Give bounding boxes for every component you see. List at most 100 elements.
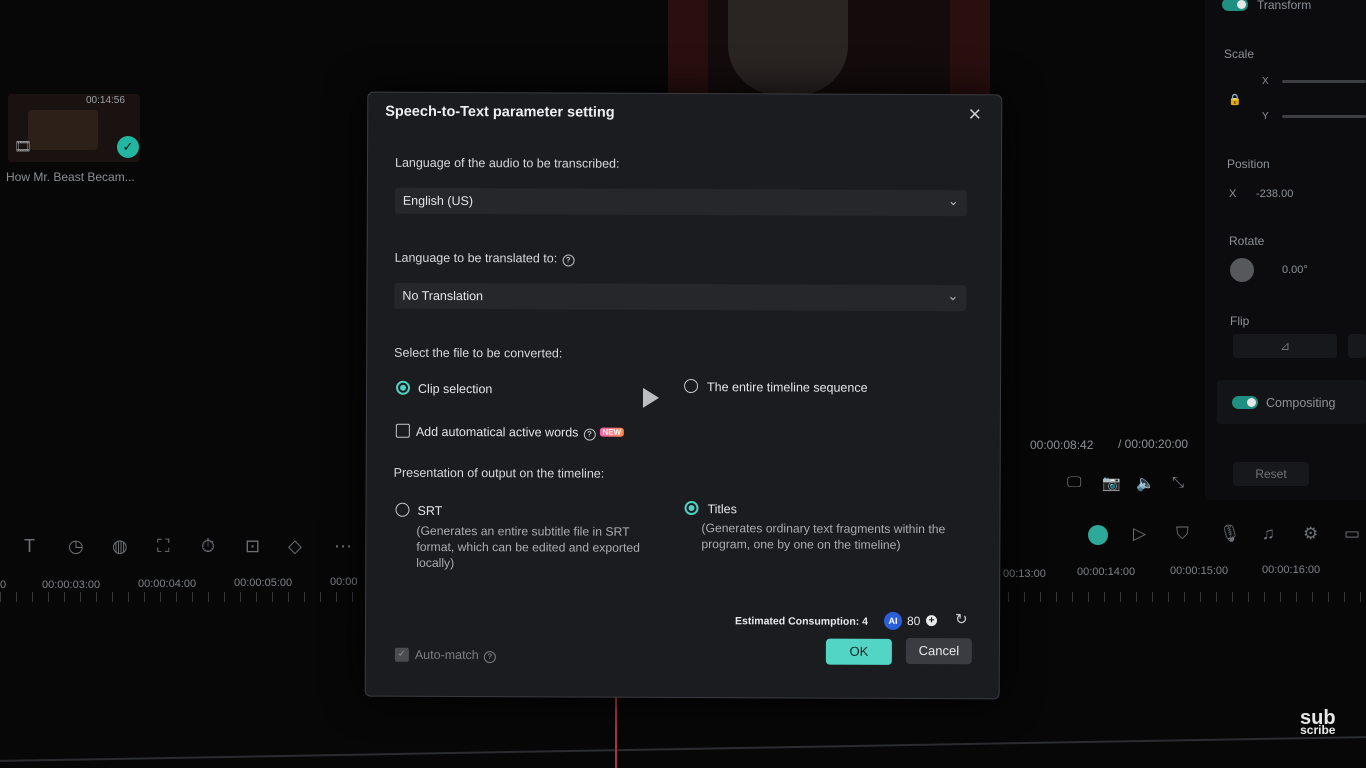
ruler-label: 00:00:15:00 xyxy=(1170,565,1229,577)
timeline-track xyxy=(0,736,1366,762)
auto-match-checkbox: ✓ xyxy=(394,647,409,662)
entire-timeline-label[interactable]: The entire timeline sequence xyxy=(707,380,868,395)
music-icon[interactable]: ♫ xyxy=(1262,524,1275,544)
microphone-icon[interactable]: 🎙 xyxy=(1219,524,1241,544)
ruler-label: 00:00:03:00 xyxy=(42,579,101,591)
presentation-label: Presentation of output on the timeline: xyxy=(393,465,605,481)
transform-label: Transform xyxy=(1257,0,1312,12)
total-time: / 00:00:20:00 xyxy=(1118,437,1189,451)
media-name: How Mr. Beast Becam... xyxy=(6,170,135,184)
properties-panel xyxy=(1205,0,1366,500)
playhead[interactable] xyxy=(615,690,617,768)
titles-label[interactable]: Titles xyxy=(707,502,736,516)
more-tools-icon[interactable]: ⋯ xyxy=(334,536,352,557)
auto-match-label: Auto-match xyxy=(414,647,479,663)
media-duration: 00:14:56 xyxy=(86,95,125,106)
transform-icon[interactable]: ⊡ xyxy=(245,536,260,557)
ruler-label: 00:13:00 xyxy=(1003,568,1046,580)
fullscreen-icon[interactable]: ⤡ xyxy=(1172,474,1184,491)
active-words-label[interactable]: Add automatical active words xyxy=(416,425,579,440)
translate-language-select[interactable]: No Translation ⌄ xyxy=(394,282,967,312)
mask-icon[interactable]: ◇ xyxy=(288,536,302,557)
refresh-icon[interactable]: ↻ xyxy=(955,610,968,628)
lock-icon[interactable]: 🔒 xyxy=(1228,93,1242,106)
ruler-label: 00:00:16:00 xyxy=(1262,564,1321,576)
help-icon[interactable]: ? xyxy=(562,254,575,267)
video-preview xyxy=(668,0,990,95)
ruler-label: 00:00 xyxy=(330,576,358,588)
preview-subject xyxy=(728,0,848,95)
scale-x-axis: X xyxy=(1262,76,1269,87)
ai-credit-icon: AI xyxy=(883,611,903,630)
rotate-label: Rotate xyxy=(1229,234,1265,248)
ruler-label: 00:00:14:00 xyxy=(1077,566,1136,578)
close-icon[interactable]: × xyxy=(968,101,981,127)
translate-language-label: Language to be translated to:? xyxy=(395,251,575,267)
position-label: Position xyxy=(1227,157,1270,171)
scale-x-slider[interactable] xyxy=(1282,80,1366,83)
srt-radio[interactable] xyxy=(395,502,410,517)
watermark-line2: scribe xyxy=(1300,723,1336,737)
compositing-label: Compositing xyxy=(1266,396,1336,410)
flip-label: Flip xyxy=(1230,314,1250,328)
add-credits-icon[interactable]: + xyxy=(925,615,938,627)
camera-icon[interactable]: 📷 xyxy=(1102,474,1121,492)
scale-label: Scale xyxy=(1224,47,1255,61)
audio-language-select[interactable]: English (US) ⌄ xyxy=(394,187,967,217)
reset-button[interactable]: Reset xyxy=(1233,462,1309,486)
current-time: 00:00:08:42 xyxy=(1030,438,1094,452)
ai-mate-icon[interactable] xyxy=(1088,525,1108,545)
thumbnail-scene xyxy=(28,110,98,150)
text-tool-icon[interactable]: T xyxy=(24,536,35,557)
clip-selection-radio[interactable] xyxy=(396,380,411,395)
speed-icon[interactable]: ◷ xyxy=(68,536,84,557)
estimated-consumption: Estimated Consumption: 4 xyxy=(734,615,869,628)
speech-to-text-dialog: Speech-to-Text parameter setting × Langu… xyxy=(364,91,1003,700)
rotate-dial[interactable] xyxy=(1230,258,1254,282)
ruler-label: 00:00:04:00 xyxy=(138,578,197,590)
translate-language-label-text: Language to be translated to: xyxy=(394,250,558,266)
ok-button[interactable]: OK xyxy=(825,638,892,665)
speaker-icon[interactable]: 🔈 xyxy=(1136,474,1155,492)
play-circle-icon[interactable]: ▷ xyxy=(1133,524,1146,544)
srt-label[interactable]: SRT xyxy=(417,504,442,518)
chevron-down-icon: ⌄ xyxy=(947,288,959,304)
film-icon: 🎞 xyxy=(14,138,32,154)
help-icon[interactable]: ? xyxy=(583,428,596,441)
rotate-value[interactable]: 0.00° xyxy=(1282,264,1308,276)
srt-description: (Generates an entire subtitle file in SR… xyxy=(416,523,640,571)
preview-curtain-left xyxy=(668,0,708,95)
file-select-label: Select the file to be converted: xyxy=(394,345,563,361)
credit-balance: 80 xyxy=(906,613,921,629)
active-words-row: Add automatical active words? NEW xyxy=(416,425,625,441)
scale-y-slider[interactable] xyxy=(1282,115,1366,118)
help-icon[interactable]: ? xyxy=(483,651,496,664)
chevron-down-icon: ⌄ xyxy=(947,193,959,209)
crop-icon[interactable]: ⛶ xyxy=(157,536,170,557)
titles-radio[interactable] xyxy=(684,501,699,516)
clip-selection-label[interactable]: Clip selection xyxy=(418,382,492,396)
mouse-cursor xyxy=(642,387,660,408)
color-icon[interactable]: ◍ xyxy=(112,536,128,557)
dialog-title: Speech-to-Text parameter setting xyxy=(385,103,615,121)
scale-y-axis: Y xyxy=(1262,111,1269,122)
active-words-checkbox[interactable] xyxy=(395,423,410,438)
transform-toggle[interactable] xyxy=(1222,0,1248,11)
shield-icon[interactable]: ⛉ xyxy=(1176,524,1189,544)
new-badge: NEW xyxy=(599,427,625,437)
cancel-button[interactable]: Cancel xyxy=(905,637,972,665)
ruler-label: 00:00:05:00 xyxy=(234,577,293,589)
position-x-value[interactable]: -238.00 xyxy=(1256,188,1293,200)
monitor-icon[interactable]: 🖵 xyxy=(1067,474,1081,491)
flip-horizontal-button[interactable]: ⊿ xyxy=(1233,334,1337,358)
compositing-toggle[interactable] xyxy=(1232,396,1258,409)
subscribe-watermark: sub scribe xyxy=(1300,708,1336,737)
flip-vertical-button[interactable] xyxy=(1348,334,1366,358)
settings-icon[interactable]: ⚙ xyxy=(1303,524,1318,544)
timer-icon[interactable]: ⏱ xyxy=(201,536,215,557)
audio-language-label: Language of the audio to be transcribed: xyxy=(394,155,620,171)
position-x-axis: X xyxy=(1229,188,1237,200)
screen-icon[interactable]: ▭ xyxy=(1344,524,1360,544)
entire-timeline-radio[interactable] xyxy=(684,379,699,394)
titles-description: (Generates ordinary text fragments withi… xyxy=(701,521,946,552)
